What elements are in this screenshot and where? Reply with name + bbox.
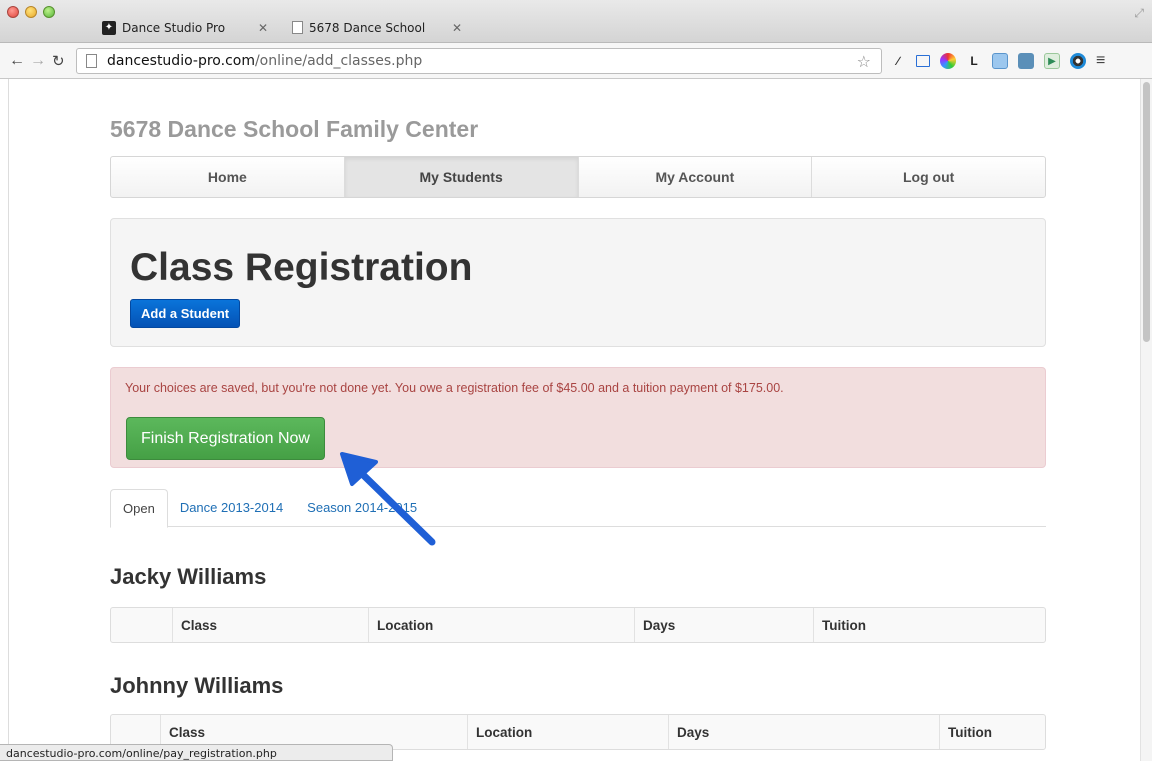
table-header-days: Days	[669, 715, 940, 749]
tab-title: Dance Studio Pro	[122, 20, 226, 35]
page-icon	[86, 54, 97, 68]
tab-dance-2013-2014[interactable]: Dance 2013-2014	[168, 489, 295, 526]
tab-title: 5678 Dance School	[309, 20, 426, 35]
page-icon	[292, 21, 303, 34]
browser-toolbar: ← → ↻ dancestudio-pro.com/online/add_cla…	[0, 43, 1152, 79]
add-student-button[interactable]: Add a Student	[130, 299, 241, 328]
alert-message: Your choices are saved, but you're not d…	[125, 381, 784, 395]
address-bar[interactable]: dancestudio-pro.com/online/add_classes.p…	[76, 48, 882, 74]
nav-log-out[interactable]: Log out	[812, 157, 1045, 197]
back-arrow-icon[interactable]: ←	[9, 52, 25, 70]
table-header-class: Class	[173, 608, 369, 642]
student-name-johnny: Johnny Williams	[110, 673, 284, 698]
screen-capture-icon[interactable]	[916, 55, 930, 67]
page-viewport: 5678 Dance School Family Center Home My …	[8, 79, 1140, 761]
payment-alert: Your choices are saved, but you're not d…	[110, 367, 1046, 468]
table-header-location: Location	[468, 715, 669, 749]
forward-arrow-icon[interactable]: →	[30, 52, 46, 70]
tab-open[interactable]: Open	[110, 489, 168, 528]
jacky-classes-table-header: Class Location Days Tuition	[110, 607, 1046, 643]
browser-tab-dance-studio-pro[interactable]: ✦ Dance Studio Pro ✕	[92, 12, 278, 43]
color-wheel-icon[interactable]	[940, 53, 956, 69]
bookmark-star-icon[interactable]: ☆	[857, 52, 871, 71]
window-controls	[7, 6, 55, 18]
fullscreen-icon[interactable]: ⤢	[1134, 6, 1144, 21]
chrome-extension-icon[interactable]	[1070, 53, 1086, 69]
tab-close-icon[interactable]: ✕	[258, 21, 268, 35]
browser-tab-5678-dance-school[interactable]: 5678 Dance School ✕	[282, 12, 472, 43]
url-path: /online/add_classes.php	[254, 53, 423, 69]
new-tab-button[interactable]	[478, 12, 514, 43]
window-extension-icon[interactable]	[992, 53, 1008, 69]
main-navbar: Home My Students My Account Log out	[110, 156, 1046, 198]
nav-my-students[interactable]: My Students	[344, 157, 579, 197]
page-title: Class Registration	[130, 246, 473, 289]
l-extension-icon[interactable]: L	[966, 53, 982, 69]
reload-icon[interactable]: ↻	[52, 52, 65, 70]
eyedropper-icon[interactable]: ∕	[890, 53, 906, 69]
menu-icon[interactable]: ≡	[1096, 52, 1105, 70]
site-title: 5678 Dance School Family Center	[110, 116, 479, 142]
table-header-tuition: Tuition	[822, 617, 866, 633]
student-name-jacky: Jacky Williams	[110, 564, 267, 589]
tab-close-icon[interactable]: ✕	[452, 21, 462, 35]
dance-studio-logo-icon: ✦	[102, 20, 116, 35]
table-header-days: Days	[635, 608, 814, 642]
photo-extension-icon[interactable]	[1018, 53, 1034, 69]
play-extension-icon[interactable]: ▶	[1044, 53, 1060, 69]
page-scrollbar[interactable]	[1140, 79, 1152, 761]
season-tabs: Open Dance 2013-2014 Season 2014-2015	[110, 489, 1046, 528]
tab-season-2014-2015[interactable]: Season 2014-2015	[295, 489, 429, 526]
url-host: dancestudio-pro.com	[107, 53, 255, 69]
zoom-window-button[interactable]	[43, 6, 55, 18]
close-window-button[interactable]	[7, 6, 19, 18]
table-header-location: Location	[369, 608, 635, 642]
nav-my-account[interactable]: My Account	[579, 157, 813, 197]
registration-header-panel: Class Registration Add a Student	[110, 218, 1046, 347]
table-header-blank	[111, 608, 173, 642]
browser-titlebar: ✦ Dance Studio Pro ✕ 5678 Dance School ✕…	[0, 0, 1152, 43]
nav-home[interactable]: Home	[111, 157, 345, 197]
scrollbar-thumb[interactable]	[1143, 82, 1150, 342]
table-header-tuition: Tuition	[948, 724, 992, 740]
extension-icons: ∕ L ▶ ≡	[890, 52, 1105, 70]
status-bar-url: dancestudio-pro.com/online/pay_registrat…	[0, 744, 393, 761]
minimize-window-button[interactable]	[25, 6, 37, 18]
finish-registration-button[interactable]: Finish Registration Now	[126, 417, 325, 460]
